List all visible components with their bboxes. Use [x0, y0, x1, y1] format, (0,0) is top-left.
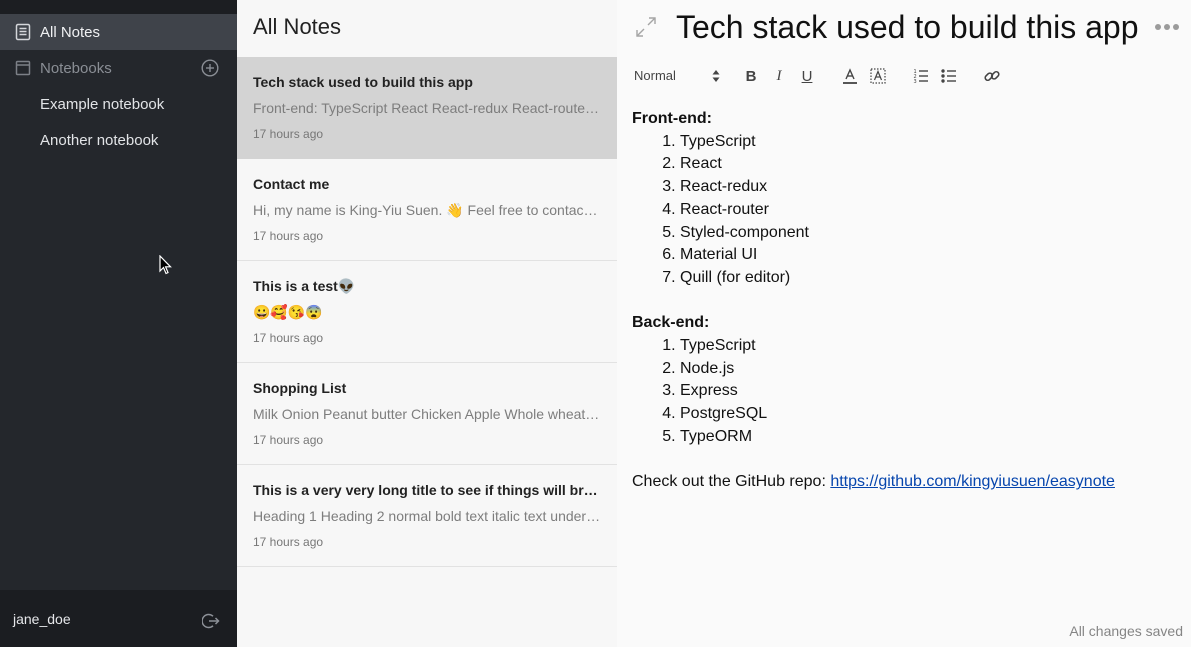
more-dots-icon[interactable] [1154, 18, 1180, 36]
note-timestamp: 17 hours ago [253, 229, 324, 243]
link-icon[interactable] [983, 67, 1001, 85]
note-title-input[interactable]: Tech stack used to build this app [676, 9, 1139, 46]
backend-list: TypeScript Node.js Express PostgreSQL Ty… [680, 335, 1177, 449]
list-item: Express [680, 380, 1177, 403]
note-preview: Front-end: TypeScript React React-redux … [253, 100, 601, 116]
sidebar-item-all-notes[interactable]: All Notes [0, 14, 237, 50]
sidebar-item-label: Notebooks [40, 59, 112, 77]
note-timestamp: 17 hours ago [253, 535, 324, 549]
note-list-item[interactable]: Tech stack used to build this app Front-… [237, 57, 617, 159]
list-item: PostgreSQL [680, 403, 1177, 426]
note-timestamp: 17 hours ago [253, 331, 324, 345]
list-item: Node.js [680, 358, 1177, 381]
note-preview: Hi, my name is King-Yiu Suen. 👋 Feel fre… [253, 202, 601, 218]
italic-icon[interactable]: I [770, 67, 788, 85]
list-item: TypeScript [680, 335, 1177, 358]
note-title: Tech stack used to build this app [253, 74, 473, 90]
underline-icon[interactable]: U [798, 67, 816, 85]
backend-heading: Back-end: [632, 314, 710, 332]
note-list-title: All Notes [253, 14, 342, 39]
text-format-select[interactable]: Normal [634, 68, 720, 86]
note-timestamp: 17 hours ago [253, 433, 324, 447]
note-list: All Notes Tech stack used to build this … [237, 0, 617, 647]
note-title: This is a test👽 [253, 278, 356, 294]
note-icon [15, 23, 31, 41]
editor: Tech stack used to build this app Normal… [617, 0, 1191, 647]
notebook-icon [15, 60, 31, 76]
note-list-item[interactable]: This is a test👽 😀🥰😘😨 17 hours ago [237, 261, 617, 363]
repo-link[interactable]: https://github.com/kingyiusuen/easynote [830, 473, 1115, 490]
text-color-icon[interactable] [841, 67, 859, 85]
expand-icon[interactable] [634, 15, 658, 39]
logout-icon[interactable] [202, 612, 220, 630]
bullet-list-icon[interactable] [940, 67, 958, 85]
plus-circle-icon[interactable] [201, 59, 219, 77]
list-item: TypeORM [680, 426, 1177, 449]
sidebar-item-notebook[interactable]: Another notebook [40, 132, 158, 149]
sidebar-top-strip [0, 0, 237, 14]
note-list-item[interactable]: Contact me Hi, my name is King-Yiu Suen.… [237, 159, 617, 261]
note-preview: 😀🥰😘😨 [253, 304, 323, 320]
list-item: Styled-component [680, 222, 1177, 245]
note-title: Shopping List [253, 380, 347, 396]
frontend-list: TypeScript React React-redux React-route… [680, 131, 1177, 290]
sidebar: All Notes Notebooks Example notebook Ano… [0, 0, 237, 647]
user-bar: jane_doe [0, 590, 237, 647]
bold-icon[interactable]: B [742, 67, 760, 85]
note-list-item[interactable]: This is a very very long title to see if… [237, 465, 617, 567]
note-preview: Milk Onion Peanut butter Chicken Apple W… [253, 406, 601, 422]
svg-text:3: 3 [914, 79, 917, 85]
background-color-icon[interactable] [869, 67, 887, 85]
note-preview: Heading 1 Heading 2 normal bold text ita… [253, 508, 601, 524]
sidebar-item-label: All Notes [40, 23, 101, 41]
list-item: Quill (for editor) [680, 267, 1177, 290]
list-item: React-router [680, 199, 1177, 222]
note-body-editor[interactable]: Front-end: TypeScript React React-redux … [632, 108, 1177, 494]
mouse-pointer-icon [159, 255, 172, 275]
sidebar-item-notebooks[interactable]: Notebooks [0, 50, 237, 86]
frontend-heading: Front-end: [632, 110, 712, 127]
list-item: TypeScript [680, 131, 1177, 154]
editor-toolbar: Normal B I U 1 2 3 [617, 62, 1191, 92]
save-status: All changes saved [1069, 623, 1183, 639]
note-timestamp: 17 hours ago [253, 127, 324, 141]
ordered-list-icon[interactable]: 1 2 3 [912, 67, 930, 85]
note-title: Contact me [253, 176, 330, 192]
sidebar-item-notebook[interactable]: Example notebook [40, 96, 164, 113]
note-list-item[interactable]: Shopping List Milk Onion Peanut butter C… [237, 363, 617, 465]
username: jane_doe [13, 610, 71, 627]
repo-paragraph: Check out the GitHub repo: https://githu… [632, 471, 1177, 494]
list-item: React-redux [680, 176, 1177, 199]
note-title: This is a very very long title to see if… [253, 482, 603, 498]
text-format-value: Normal [634, 68, 676, 83]
list-item: Material UI [680, 244, 1177, 267]
repo-text: Check out the GitHub repo: [632, 473, 831, 491]
select-arrows-icon [712, 70, 720, 82]
list-item: React [680, 153, 1177, 176]
